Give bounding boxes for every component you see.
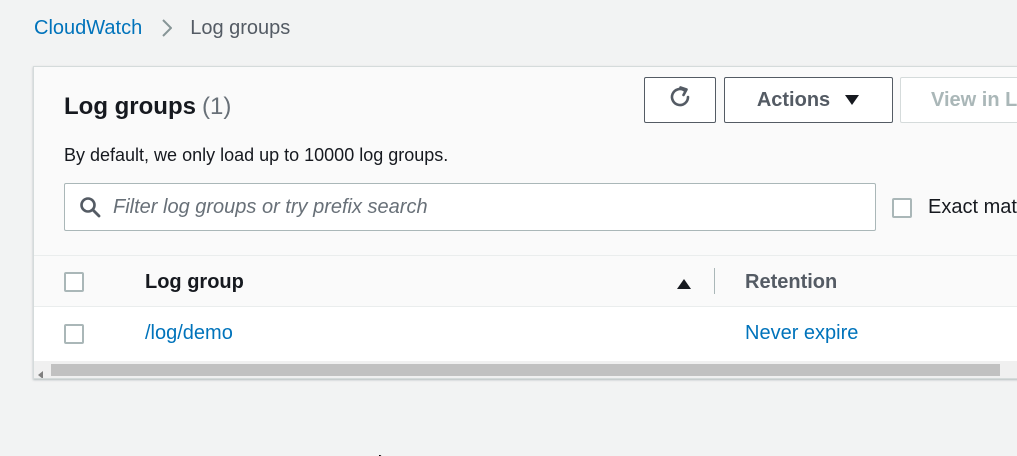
retention-link[interactable]: Never expire (745, 322, 858, 345)
row-checkbox[interactable] (64, 324, 84, 344)
mouse-cursor-icon (379, 449, 388, 456)
exact-match-label: Exact mat (928, 196, 1017, 218)
breadcrumb-current: Log groups (190, 16, 291, 39)
log-groups-panel: Log groups (1) By default, we only load u… (33, 66, 1017, 379)
breadcrumb: CloudWatch Log groups (34, 16, 290, 40)
view-in-logs-insights-button[interactable]: View in L (900, 77, 1017, 123)
sort-ascending-icon[interactable] (676, 277, 692, 295)
exact-match-option[interactable]: Exact mat (892, 196, 1017, 219)
actions-label: Actions (756, 88, 831, 111)
chevron-right-icon (162, 19, 173, 37)
search-icon (79, 196, 101, 218)
search-input[interactable] (113, 184, 875, 230)
scrollbar-thumb[interactable] (51, 364, 1000, 376)
refresh-icon (667, 84, 693, 116)
table-header: Log group Retention (34, 255, 1017, 307)
page-title: Log groups (1) (64, 93, 231, 121)
caret-down-icon (844, 89, 860, 112)
column-header-log-group[interactable]: Log group (145, 271, 244, 294)
panel-description: By default, we only load up to 10000 log… (64, 145, 449, 165)
log-group-link[interactable]: /log/demo (145, 322, 233, 345)
breadcrumb-cloudwatch-link[interactable]: CloudWatch (34, 17, 142, 40)
column-header-retention[interactable]: Retention (745, 271, 837, 294)
view-label: View in L (931, 88, 1017, 111)
column-resize-handle[interactable] (714, 268, 715, 294)
search-box (64, 183, 876, 231)
title-text: Log groups (64, 93, 196, 120)
refresh-button[interactable] (644, 77, 716, 123)
horizontal-scrollbar[interactable] (34, 361, 1017, 378)
table-row: /log/demo Never expire (34, 308, 1017, 361)
log-group-count: (1) (201, 93, 232, 120)
scroll-left-icon[interactable] (38, 366, 44, 378)
actions-dropdown-button[interactable]: Actions (724, 77, 893, 123)
exact-match-checkbox[interactable] (892, 197, 912, 218)
select-all-checkbox[interactable] (64, 272, 84, 292)
